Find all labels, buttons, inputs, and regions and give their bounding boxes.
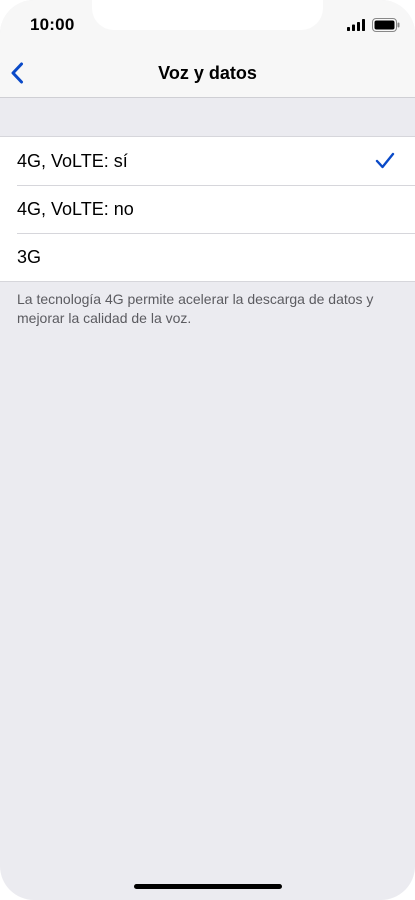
section-footer-note: La tecnología 4G permite acelerar la des… xyxy=(17,291,374,326)
home-indicator[interactable] xyxy=(134,884,282,889)
battery-full-icon xyxy=(372,18,400,32)
notch xyxy=(92,0,323,30)
cellular-signal-icon xyxy=(347,19,365,31)
page-title: Voz y datos xyxy=(158,63,257,83)
checkmark-icon xyxy=(375,152,395,169)
network-options-list: 4G, VoLTE: sí 4G, VoLTE: no 3G xyxy=(0,136,415,282)
option-label: 4G, VoLTE: no xyxy=(17,199,134,219)
option-4g-volte-off[interactable]: 4G, VoLTE: no xyxy=(0,185,415,233)
option-label: 4G, VoLTE: sí xyxy=(17,151,128,171)
status-time: 10:00 xyxy=(30,15,75,34)
option-4g-volte-on[interactable]: 4G, VoLTE: sí xyxy=(0,137,415,185)
option-3g[interactable]: 3G xyxy=(0,233,415,281)
phone-screen: 10:00 Voz y datos 4G, VoLTE: sí 4G, VoLT… xyxy=(0,0,415,900)
option-label: 3G xyxy=(17,247,42,267)
status-bar: 10:00 xyxy=(0,0,415,50)
navigation-bar: Voz y datos xyxy=(0,50,415,98)
